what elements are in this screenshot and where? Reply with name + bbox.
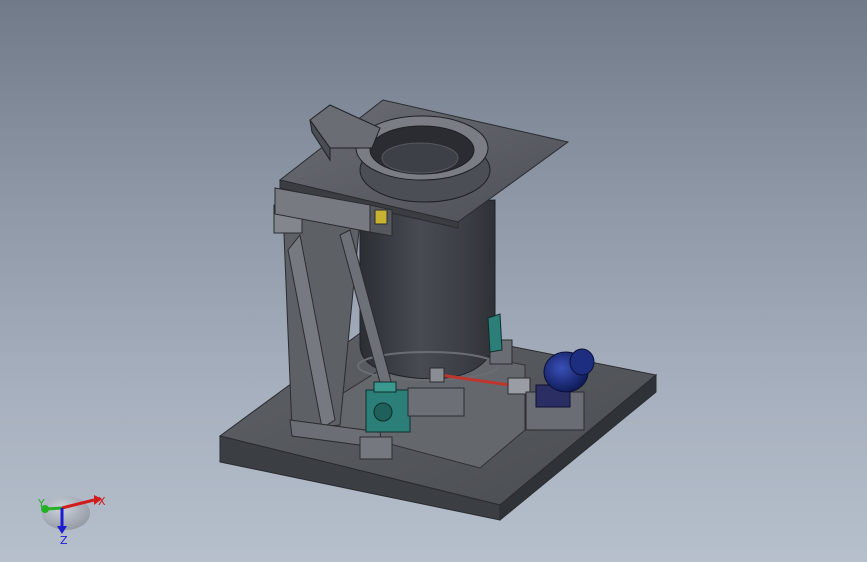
triad-z-arrow xyxy=(57,526,67,534)
triad-x-label: X xyxy=(98,495,106,508)
frame-foot-block xyxy=(359,436,393,460)
triad-sphere xyxy=(42,496,90,530)
3d-viewport[interactable]: X Y Z xyxy=(0,0,867,562)
view-triad[interactable]: X Y Z xyxy=(37,495,106,547)
shaft-coupling-left xyxy=(429,367,445,383)
bowl-inner-floor xyxy=(381,142,459,174)
triad-z-label: Z xyxy=(60,534,68,547)
motor-endcap xyxy=(569,348,595,376)
gearbox-top-cap xyxy=(373,381,397,393)
yellow-marker xyxy=(374,209,388,225)
triad-y-label: Y xyxy=(37,497,45,510)
model-scene[interactable]: X Y Z xyxy=(0,0,867,562)
gearbox-mount-block xyxy=(407,387,465,417)
rear-gearbox xyxy=(487,313,503,353)
gearbox-flange xyxy=(373,402,393,422)
